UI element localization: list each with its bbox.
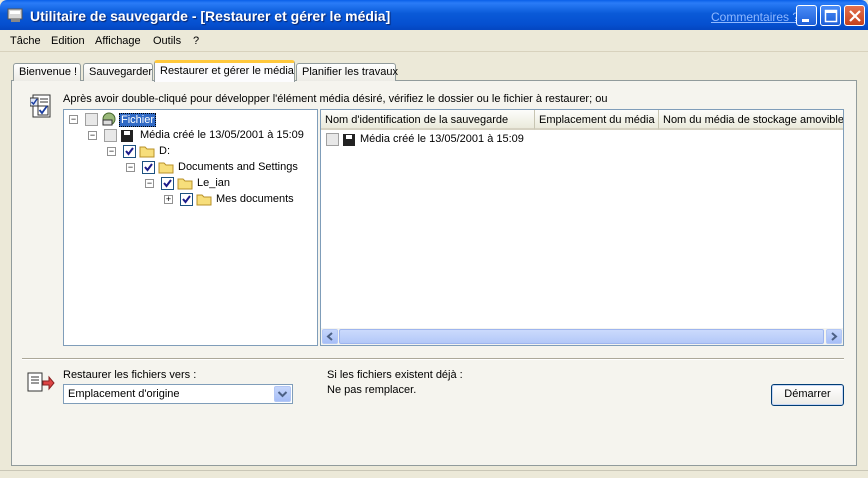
menu-outils[interactable]: Outils xyxy=(153,35,181,47)
tree-checkbox[interactable] xyxy=(142,161,155,174)
folder-icon xyxy=(177,178,193,190)
menu-affichage[interactable]: Affichage xyxy=(95,35,141,47)
tree-label: Média créé le 13/05/2001 à 15:09 xyxy=(140,129,304,141)
tree-expander[interactable]: − xyxy=(107,147,116,156)
list-item-checkbox[interactable] xyxy=(326,133,339,146)
file-media-icon xyxy=(102,112,116,126)
restore-to-label: Restaurer les fichiers vers : xyxy=(63,369,197,381)
dropdown-button[interactable] xyxy=(274,386,291,402)
media-tree[interactable]: − Fichier − Média créé le 13/05/2001 à 1… xyxy=(63,109,318,346)
chevron-left-icon xyxy=(326,332,333,341)
tape-media-icon xyxy=(343,134,355,146)
start-button[interactable]: Démarrer xyxy=(771,384,844,406)
tree-node-media[interactable]: − Média créé le 13/05/2001 à 15:09 xyxy=(64,128,314,144)
if-files-exist-value: Ne pas remplacer. xyxy=(327,384,417,396)
tree-node-d[interactable]: − D: xyxy=(64,144,314,160)
tree-node-documents-and-settings[interactable]: − Documents and Settings xyxy=(64,160,314,176)
minimize-button[interactable] xyxy=(796,5,817,26)
restore-destination-icon xyxy=(27,372,55,392)
checkmark-icon xyxy=(144,163,153,172)
tree-checkbox[interactable] xyxy=(104,129,117,142)
maximize-button[interactable] xyxy=(820,5,841,26)
tree-node-le-ian[interactable]: − Le_ian xyxy=(64,176,314,192)
column-header-removable-media[interactable]: Nom du média de stockage amovible xyxy=(659,110,843,130)
tree-label: D: xyxy=(159,145,170,157)
restore-checklist-icon xyxy=(30,94,51,118)
section-divider xyxy=(22,358,844,360)
folder-icon xyxy=(196,194,212,206)
menu-bar: Tâche Edition Affichage Outils ? xyxy=(0,30,868,52)
menu-help[interactable]: ? xyxy=(193,35,199,47)
folder-icon xyxy=(158,162,174,174)
checkmark-icon xyxy=(182,195,191,204)
tab-bienvenue[interactable]: Bienvenue ! xyxy=(13,63,81,81)
tree-checkbox[interactable] xyxy=(123,145,136,158)
folder-icon xyxy=(139,146,155,158)
tab-planifier[interactable]: Planifier les travaux xyxy=(296,63,398,81)
tab-restaurer[interactable]: Restaurer et gérer le média xyxy=(154,60,295,82)
tree-expander[interactable]: + xyxy=(164,195,173,204)
tree-node-fichier[interactable]: − Fichier xyxy=(64,112,314,128)
checkmark-icon xyxy=(163,179,172,188)
scroll-thumb[interactable] xyxy=(339,329,824,344)
restore-destination-value: Emplacement d'origine xyxy=(68,388,180,400)
tree-checkbox[interactable] xyxy=(85,113,98,126)
close-icon xyxy=(849,10,861,22)
tab-sauvegarder[interactable]: Sauvegarder xyxy=(83,63,153,81)
if-files-exist-label: Si les fichiers existent déjà : xyxy=(327,369,463,381)
menu-edition[interactable]: Edition xyxy=(51,35,85,47)
tree-expander[interactable]: − xyxy=(126,163,135,172)
title-bar: Utilitaire de sauvegarde - [Restaurer et… xyxy=(0,0,868,30)
tree-label: Mes documents xyxy=(216,193,294,205)
restore-destination-select[interactable]: Emplacement d'origine xyxy=(63,384,293,404)
tree-checkbox[interactable] xyxy=(161,177,174,190)
tree-checkbox[interactable] xyxy=(180,193,193,206)
scroll-left-button[interactable] xyxy=(322,329,338,344)
tree-expander[interactable]: − xyxy=(88,131,97,140)
instructions-text: Après avoir double-cliqué pour développe… xyxy=(63,93,608,105)
scroll-right-button[interactable] xyxy=(826,329,842,344)
status-bar xyxy=(0,470,868,478)
minimize-icon xyxy=(802,19,809,22)
list-item-label: Média créé le 13/05/2001 à 15:09 xyxy=(360,133,524,145)
chevron-right-icon xyxy=(831,332,838,341)
maximize-icon xyxy=(824,9,838,23)
checkmark-icon xyxy=(125,147,134,156)
tree-expander[interactable]: − xyxy=(145,179,154,188)
horizontal-scrollbar[interactable] xyxy=(321,328,843,345)
window-title: Utilitaire de sauvegarde - [Restaurer et… xyxy=(30,8,391,24)
tape-media-icon xyxy=(121,130,133,142)
tree-label: Documents and Settings xyxy=(178,161,298,173)
chevron-down-icon xyxy=(277,391,288,398)
menu-tache[interactable]: Tâche xyxy=(10,35,41,47)
comments-link[interactable]: Commentaires ? xyxy=(711,10,799,24)
column-header-location[interactable]: Emplacement du média xyxy=(535,110,659,130)
tree-label: Fichier xyxy=(119,113,157,127)
tree-label: Le_ian xyxy=(197,177,231,189)
close-button[interactable] xyxy=(844,5,865,26)
tree-expander[interactable]: − xyxy=(69,115,78,124)
tree-node-mes-documents[interactable]: + Mes documents xyxy=(64,192,314,208)
media-list[interactable]: Nom d'identification de la sauvegarde Em… xyxy=(320,109,844,346)
column-header-name[interactable]: Nom d'identification de la sauvegarde xyxy=(321,110,535,130)
backup-app-icon xyxy=(7,8,23,22)
